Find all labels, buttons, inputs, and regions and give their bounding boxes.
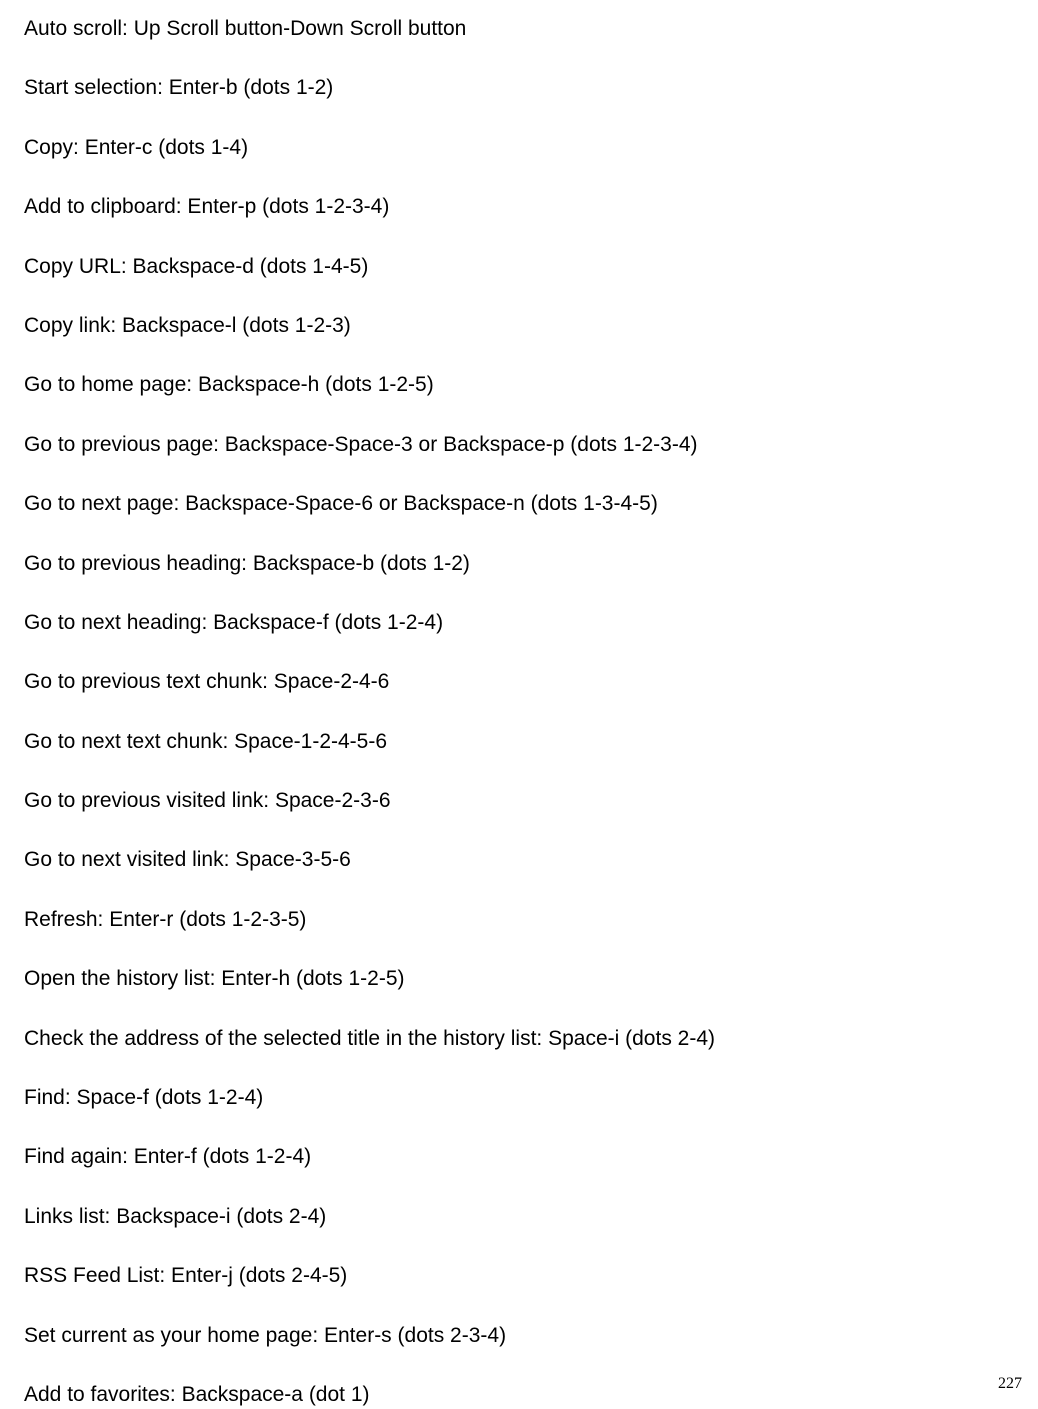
command-line: Links list: Backspace-i (dots 2-4) (24, 1202, 1014, 1231)
command-line: Go to previous visited link: Space-2-3-6 (24, 786, 1014, 815)
command-line: Go to next page: Backspace-Space-6 or Ba… (24, 489, 1014, 518)
command-line: Go to previous text chunk: Space-2-4-6 (24, 667, 1014, 696)
command-line: Copy: Enter-c (dots 1-4) (24, 133, 1014, 162)
command-line: Find: Space-f (dots 1-2-4) (24, 1083, 1014, 1112)
command-line: Go to previous heading: Backspace-b (dot… (24, 549, 1014, 578)
command-line: Start selection: Enter-b (dots 1-2) (24, 73, 1014, 102)
command-line: Go to home page: Backspace-h (dots 1-2-5… (24, 370, 1014, 399)
command-line: Check the address of the selected title … (24, 1024, 1014, 1053)
command-line: Go to next heading: Backspace-f (dots 1-… (24, 608, 1014, 637)
command-line: Copy link: Backspace-l (dots 1-2-3) (24, 311, 1014, 340)
command-line: Add to clipboard: Enter-p (dots 1-2-3-4) (24, 192, 1014, 221)
command-line: Set current as your home page: Enter-s (… (24, 1321, 1014, 1350)
command-line: Open the history list: Enter-h (dots 1-2… (24, 964, 1014, 993)
command-line: Go to next text chunk: Space-1-2-4-5-6 (24, 727, 1014, 756)
command-line: Go to previous page: Backspace-Space-3 o… (24, 430, 1014, 459)
command-line: RSS Feed List: Enter-j (dots 2-4-5) (24, 1261, 1014, 1290)
command-line: Copy URL: Backspace-d (dots 1-4-5) (24, 252, 1014, 281)
command-line: Add to favorites: Backspace-a (dot 1) (24, 1380, 1014, 1409)
command-list: Auto scroll: Up Scroll button-Down Scrol… (24, 14, 1014, 1409)
command-line: Refresh: Enter-r (dots 1-2-3-5) (24, 905, 1014, 934)
command-line: Find again: Enter-f (dots 1-2-4) (24, 1142, 1014, 1171)
command-line: Go to next visited link: Space-3-5-6 (24, 845, 1014, 874)
page-number: 227 (998, 1373, 1022, 1395)
command-line: Auto scroll: Up Scroll button-Down Scrol… (24, 14, 1014, 43)
